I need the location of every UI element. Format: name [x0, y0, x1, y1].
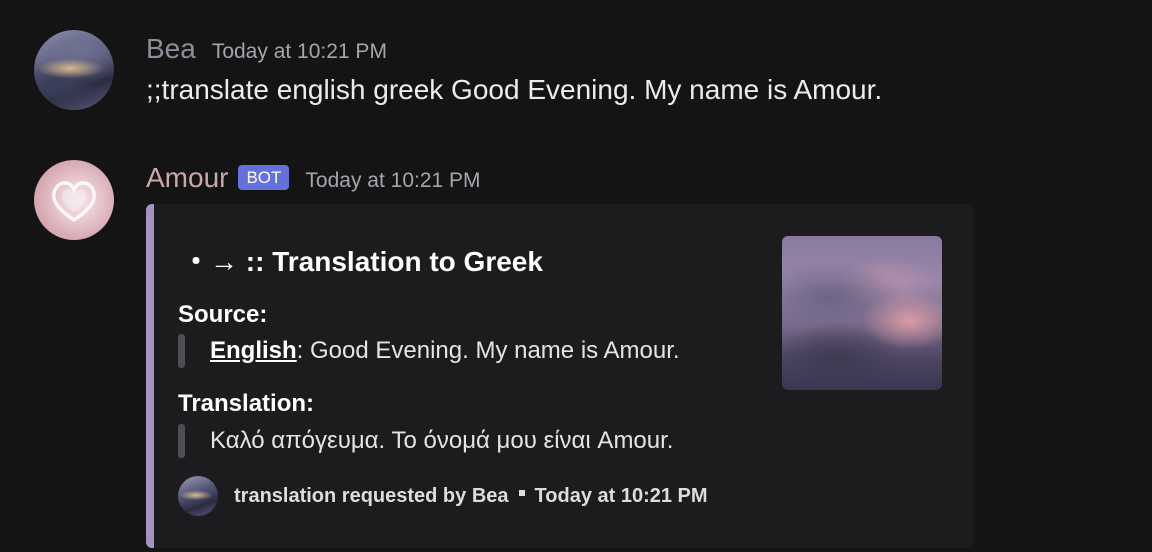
avatar[interactable] — [34, 30, 114, 110]
message-content: ;;translate english greek Good Evening. … — [146, 74, 883, 105]
timestamp[interactable]: Today at 10:21 PM — [305, 169, 480, 193]
translation-field-name: Translation: — [178, 390, 315, 417]
message-header: Bea Today at 10:21 PM — [146, 33, 387, 65]
footer-text: translation requested by Bea — [234, 484, 509, 507]
source-sentence: : Good Evening. My name is Amour. — [296, 337, 680, 364]
embed: ・→ :: Translation to Greek Source: Engli… — [146, 204, 974, 548]
source-field-name: Source: — [178, 301, 268, 328]
translation-text: Καλό απόγευμα. Το όνομά μου είναι Amour. — [210, 427, 674, 454]
heart-icon — [52, 181, 96, 223]
embed-footer: translation requested by Bea Today at 10… — [178, 476, 708, 516]
avatar[interactable] — [34, 160, 114, 240]
footer-separator — [518, 490, 525, 496]
blockquote-bar — [178, 334, 185, 368]
blockquote-bar — [178, 424, 185, 458]
footer-avatar-icon — [178, 476, 218, 516]
footer-timestamp: Today at 10:21 PM — [534, 484, 708, 507]
timestamp[interactable]: Today at 10:21 PM — [212, 40, 387, 64]
source-text: English: Good Evening. My name is Amour. — [210, 337, 680, 365]
embed-title: ・→ :: Translation to Greek — [182, 246, 543, 277]
embed-thumbnail[interactable] — [782, 236, 942, 390]
source-language: English — [210, 337, 297, 364]
translation-quote: Καλό απόγευμα. Το όνομά μου είναι Amour. — [178, 423, 673, 459]
username[interactable]: Amour — [146, 162, 228, 194]
source-quote: English: Good Evening. My name is Amour. — [178, 333, 680, 369]
username[interactable]: Bea — [146, 33, 196, 65]
message-header: Amour BOT Today at 10:21 PM — [146, 162, 481, 194]
bot-tag: BOT — [238, 165, 290, 190]
embed-accent-bar — [146, 204, 154, 548]
